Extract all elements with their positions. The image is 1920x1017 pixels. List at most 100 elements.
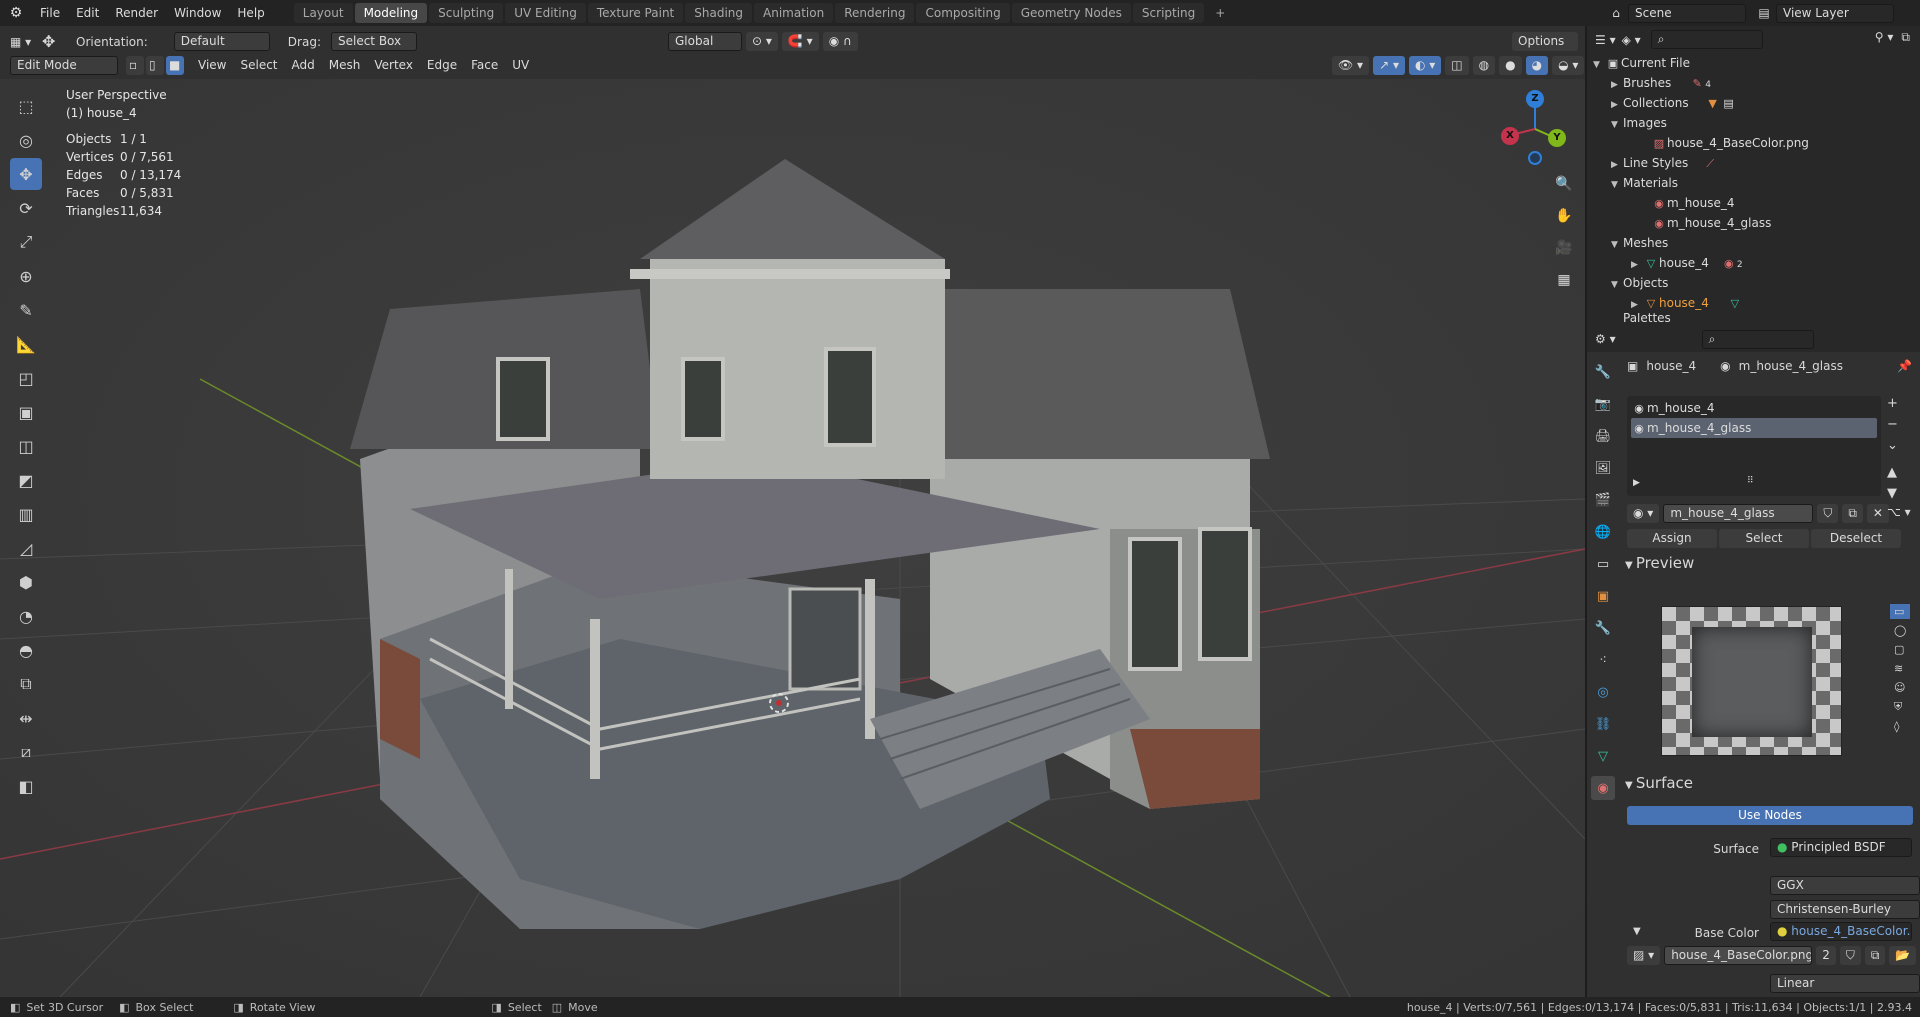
edge-slide-tool-icon[interactable]: ⧉: [10, 668, 42, 700]
zoom-icon[interactable]: 🔍: [1551, 171, 1577, 197]
interpolation-dropdown[interactable]: Linear: [1770, 974, 1920, 993]
transform-orientation-dropdown[interactable]: Global: [668, 32, 742, 51]
tool-tab-icon[interactable]: 🔧: [1591, 360, 1615, 384]
preview-fluid-icon[interactable]: ◊: [1890, 719, 1910, 734]
outliner-brushes[interactable]: ▶ Brushes ✎ 4: [1611, 73, 1711, 93]
tab-animation[interactable]: Animation: [754, 3, 834, 23]
base-color-field[interactable]: ● house_4_BaseColor.png: [1770, 922, 1912, 941]
remove-slot-icon[interactable]: −: [1887, 417, 1898, 432]
tab-sculpting[interactable]: Sculpting: [429, 3, 504, 23]
ortho-grid-icon[interactable]: ▦: [1551, 267, 1577, 293]
outliner-editor-icon[interactable]: ☰ ▾: [1595, 33, 1616, 47]
menu-window[interactable]: Window: [166, 0, 229, 26]
xray-toggle-icon[interactable]: ◫: [1445, 56, 1469, 75]
add-workspace-button[interactable]: +: [1206, 3, 1234, 23]
vertex-select-icon[interactable]: ▫: [126, 56, 144, 75]
view-layer-selector[interactable]: View Layer: [1776, 3, 1894, 23]
tab-texture-paint[interactable]: Texture Paint: [587, 3, 684, 23]
overlay-toggle-icon[interactable]: ◐ ▾: [1408, 56, 1442, 75]
move-tool-icon-active[interactable]: ✥: [10, 158, 42, 190]
extrude-tool-icon[interactable]: ▣: [10, 396, 42, 428]
data-tab-icon[interactable]: ▽: [1591, 744, 1615, 768]
duplicate-material-icon[interactable]: ⧉: [1842, 504, 1863, 523]
menu-view[interactable]: View: [192, 56, 232, 75]
properties-search-input[interactable]: ⌕: [1701, 329, 1814, 349]
move-slot-up-icon[interactable]: ▲: [1887, 465, 1898, 480]
preview-sphere-icon[interactable]: ◯: [1890, 623, 1910, 638]
outliner-material-2[interactable]: ◉ m_house_4_glass: [1651, 213, 1771, 233]
preview-header[interactable]: ▼ Preview: [1625, 554, 1694, 572]
3d-viewport[interactable]: User Perspective (1) house_4 Objects 1 / …: [0, 79, 1585, 997]
shrink-fatten-tool-icon[interactable]: ⇹: [10, 702, 42, 734]
scale-tool-icon[interactable]: ⤢: [10, 226, 42, 258]
unlink-material-icon[interactable]: ✕: [1866, 504, 1889, 523]
rotate-tool-icon[interactable]: ⟳: [10, 192, 42, 224]
open-image-icon[interactable]: 📂: [1889, 946, 1917, 965]
menu-select[interactable]: Select: [234, 56, 283, 75]
image-fake-user-icon[interactable]: ⛉: [1839, 946, 1861, 965]
measure-tool-icon[interactable]: 📐: [10, 328, 42, 360]
gizmo-z-axis[interactable]: Z: [1526, 90, 1544, 108]
transform-tool-icon[interactable]: ⊕: [10, 260, 42, 292]
gizmo-y-axis[interactable]: Y: [1548, 129, 1566, 147]
display-mode-icon[interactable]: ◈ ▾: [1622, 33, 1641, 47]
assign-button[interactable]: Assign: [1627, 529, 1717, 548]
surface-shader-field[interactable]: ● Principled BSDF: [1770, 838, 1912, 857]
gizmo-x-axis[interactable]: X: [1501, 127, 1519, 145]
tab-geometry-nodes[interactable]: Geometry Nodes: [1011, 3, 1131, 23]
options-dropdown[interactable]: Options: [1512, 32, 1578, 51]
tab-modeling[interactable]: Modeling: [354, 3, 428, 23]
menu-vertex[interactable]: Vertex: [368, 56, 419, 75]
bevel-tool-icon[interactable]: ◩: [10, 464, 42, 496]
annotate-tool-icon[interactable]: ✎: [10, 294, 42, 326]
shading-rendered-icon[interactable]: ◒ ▾: [1552, 56, 1585, 75]
add-slot-icon[interactable]: +: [1887, 396, 1898, 411]
gizmo-toggle-icon[interactable]: ↗ ▾: [1373, 56, 1405, 75]
material-tab-icon[interactable]: ◉: [1591, 776, 1615, 800]
spin-tool-icon[interactable]: ◔: [10, 600, 42, 632]
image-name-field[interactable]: house_4_BaseColor.png: [1664, 946, 1813, 965]
particles-tab-icon[interactable]: ⁖: [1591, 648, 1615, 672]
snap-icon[interactable]: 🧲 ▾: [781, 32, 819, 51]
menu-face[interactable]: Face: [465, 56, 504, 75]
collection-tab-icon[interactable]: ▭: [1591, 552, 1615, 576]
render-tab-icon[interactable]: 📷: [1591, 392, 1615, 416]
slot-specials-icon[interactable]: ⌄: [1887, 438, 1898, 453]
menu-file[interactable]: File: [32, 0, 68, 26]
tab-scripting[interactable]: Scripting: [1132, 3, 1205, 23]
menu-mesh[interactable]: Mesh: [323, 56, 367, 75]
outliner-search-input[interactable]: ⌕: [1650, 30, 1763, 49]
browse-material-icon[interactable]: ◉ ▾: [1627, 504, 1660, 523]
list-resize-handle[interactable]: ⠿: [1747, 476, 1754, 486]
base-color-expand-icon[interactable]: ▼: [1633, 926, 1641, 937]
use-nodes-button[interactable]: Use Nodes: [1627, 806, 1913, 825]
pin-icon[interactable]: 📌: [1897, 359, 1912, 373]
add-cube-tool-icon[interactable]: ◰: [10, 362, 42, 394]
subsurface-method-dropdown[interactable]: Christensen-Burley: [1770, 900, 1920, 919]
visibility-icon[interactable]: 👁 ▾: [1332, 56, 1370, 75]
distribution-dropdown[interactable]: GGX: [1770, 876, 1920, 895]
loop-cut-tool-icon[interactable]: ▥: [10, 498, 42, 530]
world-tab-icon[interactable]: 🌐: [1591, 520, 1615, 544]
tab-uv-editing[interactable]: UV Editing: [505, 3, 586, 23]
inset-tool-icon[interactable]: ◫: [10, 430, 42, 462]
proportional-edit-icon[interactable]: ◉ ∩: [822, 32, 858, 51]
outliner-objects[interactable]: ▼ Objects: [1611, 273, 1668, 293]
cursor-tool-icon[interactable]: ◎: [10, 124, 42, 156]
menu-render[interactable]: Render: [107, 0, 166, 26]
viewport-scene[interactable]: [0, 79, 1585, 997]
drag-dropdown[interactable]: Select Box: [330, 32, 417, 51]
menu-edit[interactable]: Edit: [68, 0, 107, 26]
outliner-materials[interactable]: ▼ Materials: [1611, 173, 1678, 193]
rip-tool-icon[interactable]: ◧: [10, 770, 42, 802]
physics-tab-icon[interactable]: ◎: [1591, 680, 1615, 704]
tab-layout[interactable]: Layout: [293, 3, 353, 23]
camera-view-icon[interactable]: 🎥: [1551, 235, 1577, 261]
select-box-tool-icon[interactable]: ⬚: [10, 90, 42, 122]
object-tab-icon[interactable]: ▣: [1591, 584, 1615, 608]
move-slot-down-icon[interactable]: ▼: [1887, 486, 1898, 501]
menu-edge[interactable]: Edge: [421, 56, 463, 75]
outliner-palettes[interactable]: Palettes: [1611, 313, 1671, 325]
menu-uv[interactable]: UV: [506, 56, 535, 75]
navigation-gizmo[interactable]: Z X Y: [1495, 87, 1585, 167]
